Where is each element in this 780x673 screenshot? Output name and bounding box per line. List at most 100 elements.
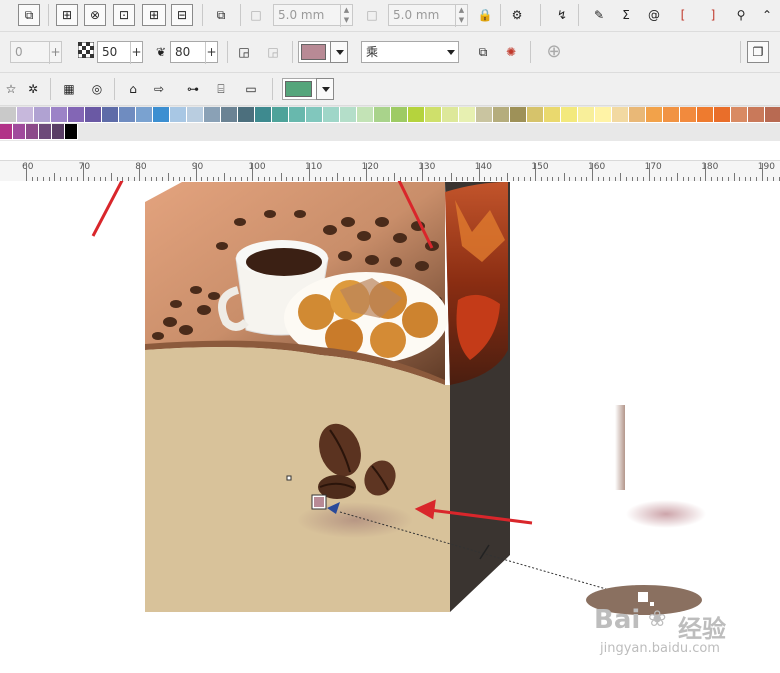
palette-swatch[interactable] bbox=[714, 107, 731, 123]
palette-swatch[interactable] bbox=[170, 107, 187, 123]
palette-swatch[interactable] bbox=[52, 124, 65, 140]
merge-mode-dropdown-arrow[interactable] bbox=[441, 41, 459, 63]
palette-swatch[interactable] bbox=[34, 107, 51, 123]
palette-swatch[interactable] bbox=[306, 107, 323, 123]
palette-swatch[interactable] bbox=[136, 107, 153, 123]
palette-swatch[interactable] bbox=[663, 107, 680, 123]
palette-swatch[interactable] bbox=[51, 107, 68, 123]
spiral-icon[interactable]: @ bbox=[643, 4, 665, 26]
palette-swatch[interactable] bbox=[357, 107, 374, 123]
shadow-color-picker[interactable] bbox=[298, 41, 348, 63]
align-icon[interactable]: ⧉ bbox=[210, 4, 232, 26]
shadow-direction-icon[interactable]: ◲ bbox=[233, 41, 255, 63]
palette-swatch[interactable] bbox=[561, 107, 578, 123]
basic-shapes-icon[interactable]: ⌂ bbox=[122, 78, 144, 100]
palette-swatch[interactable] bbox=[476, 107, 493, 123]
width-spinner[interactable]: ▲ ▼ bbox=[340, 5, 352, 27]
select-all-icon[interactable]: ⧉ bbox=[18, 4, 40, 26]
palette-swatch[interactable] bbox=[748, 107, 765, 123]
flowchart-shapes-icon[interactable]: ⊶ bbox=[182, 78, 204, 100]
graph-paper-icon[interactable]: ▦ bbox=[58, 78, 80, 100]
palette-swatch[interactable] bbox=[26, 124, 39, 140]
palette-swatch[interactable] bbox=[39, 124, 52, 140]
arrange-icon[interactable]: ❐ bbox=[747, 41, 769, 63]
offset-spinner[interactable]: + bbox=[49, 42, 61, 64]
palette-swatch[interactable] bbox=[119, 107, 136, 123]
palette-swatch[interactable] bbox=[527, 107, 544, 123]
palette-swatch[interactable] bbox=[391, 107, 408, 123]
arrow-shapes-icon[interactable]: ⇨ bbox=[148, 78, 170, 100]
palette-swatch[interactable] bbox=[459, 107, 476, 123]
ungroup-icon[interactable]: ⊗ bbox=[84, 4, 106, 26]
height-field[interactable]: 5.0 mm ▲ ▼ bbox=[388, 4, 468, 27]
palette-swatch[interactable] bbox=[323, 107, 340, 123]
palette-swatch[interactable] bbox=[238, 107, 255, 123]
palette-swatch[interactable] bbox=[425, 107, 442, 123]
palette-swatch[interactable] bbox=[646, 107, 663, 123]
palette-swatch[interactable] bbox=[17, 107, 34, 123]
complex-star-icon[interactable]: ✲ bbox=[22, 78, 44, 100]
box-side-panel[interactable] bbox=[445, 182, 510, 612]
clear-shadow-icon[interactable]: ✺ bbox=[500, 41, 522, 63]
group-icon[interactable]: ⊞ bbox=[56, 4, 78, 26]
palette-swatch[interactable] bbox=[408, 107, 425, 123]
sigma-icon[interactable]: Σ bbox=[615, 4, 637, 26]
bracket-left-icon[interactable]: [ bbox=[672, 4, 694, 26]
merge-mode-select[interactable]: 乘 bbox=[361, 41, 459, 63]
palette-swatch[interactable] bbox=[697, 107, 714, 123]
palette-swatch[interactable] bbox=[65, 124, 78, 140]
star-icon[interactable]: ☆ bbox=[0, 78, 22, 100]
break-apart-icon[interactable]: ⊟ bbox=[171, 4, 193, 26]
palette-swatch[interactable] bbox=[680, 107, 697, 123]
opacity-field[interactable]: 50 + bbox=[97, 41, 143, 64]
palette-swatch[interactable] bbox=[272, 107, 289, 123]
horizontal-ruler[interactable]: 60 70 80 90 100 110 120 130 140 150 160 170 180 190 bbox=[0, 160, 780, 182]
opacity-spinner[interactable]: + bbox=[130, 42, 142, 64]
palette-swatch[interactable] bbox=[544, 107, 561, 123]
pen-icon[interactable]: ✎ bbox=[588, 4, 610, 26]
drawing-canvas[interactable]: Bai ❀ 经验 jingyan.baidu.com bbox=[0, 181, 780, 673]
palette-swatch[interactable] bbox=[765, 107, 780, 123]
palette-swatch[interactable] bbox=[578, 107, 595, 123]
curve-icon[interactable]: ↯ bbox=[551, 4, 573, 26]
pin-icon[interactable]: ⚲ bbox=[730, 4, 752, 26]
ungroup-all-icon[interactable]: ⊡ bbox=[113, 4, 135, 26]
offset-field[interactable]: 0 + bbox=[10, 41, 62, 64]
selection-handle[interactable] bbox=[286, 475, 292, 481]
palette-swatch[interactable] bbox=[510, 107, 527, 123]
width-field[interactable]: 5.0 mm ▲ ▼ bbox=[273, 4, 353, 27]
palette-swatch[interactable] bbox=[255, 107, 272, 123]
palette-swatch[interactable] bbox=[731, 107, 748, 123]
palette-swatch[interactable] bbox=[0, 124, 13, 140]
lock-icon[interactable]: 🔒 bbox=[474, 4, 496, 26]
palette-swatch[interactable] bbox=[0, 107, 17, 123]
object-settings-icon[interactable]: ⚙ bbox=[506, 4, 528, 26]
palette-swatch[interactable] bbox=[187, 107, 204, 123]
feather-spinner[interactable]: + bbox=[205, 42, 217, 64]
combine-icon[interactable]: ⊞ bbox=[142, 4, 166, 26]
palette-swatch[interactable] bbox=[612, 107, 629, 123]
callout-shapes-icon[interactable]: ▭ bbox=[240, 78, 262, 100]
box-front-panel[interactable] bbox=[145, 346, 450, 612]
nib-icon[interactable]: ⌃ bbox=[756, 4, 778, 26]
palette-swatch[interactable] bbox=[68, 107, 85, 123]
palette-swatch[interactable] bbox=[374, 107, 391, 123]
spiral-tool-icon[interactable]: ◎ bbox=[86, 78, 108, 100]
shadow-color-dropdown-arrow[interactable] bbox=[330, 41, 348, 63]
bracket-right-icon[interactable]: ] bbox=[702, 4, 724, 26]
palette-swatch[interactable] bbox=[493, 107, 510, 123]
palette-swatch[interactable] bbox=[595, 107, 612, 123]
checkerboard-icon[interactable] bbox=[75, 41, 97, 63]
palette-swatch[interactable] bbox=[153, 107, 170, 123]
palette-swatch[interactable] bbox=[442, 107, 459, 123]
palette-swatch[interactable] bbox=[204, 107, 221, 123]
palette-swatch[interactable] bbox=[85, 107, 102, 123]
fill-color-picker[interactable] bbox=[282, 78, 334, 100]
palette-swatch[interactable] bbox=[102, 107, 119, 123]
shadow-end-handle[interactable] bbox=[638, 592, 648, 602]
copy-shadow-icon[interactable]: ⧉ bbox=[472, 41, 494, 63]
palette-swatch[interactable] bbox=[340, 107, 357, 123]
palette-swatch[interactable] bbox=[13, 124, 26, 140]
palette-swatch[interactable] bbox=[289, 107, 306, 123]
palette-swatch[interactable] bbox=[221, 107, 238, 123]
